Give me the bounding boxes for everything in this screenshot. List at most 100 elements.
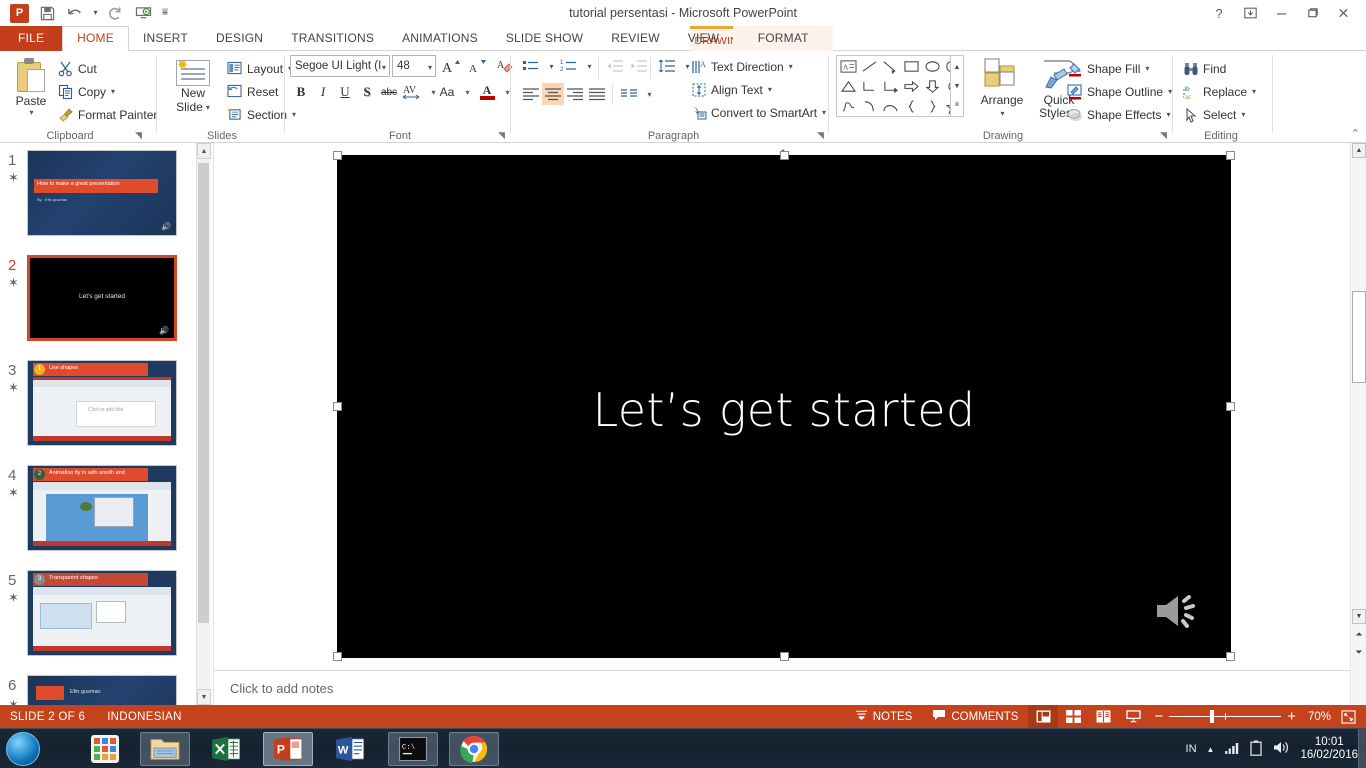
- tab-file[interactable]: FILE: [0, 26, 63, 51]
- zoom-level[interactable]: 70%: [1302, 705, 1337, 728]
- new-slide-dropdown-icon[interactable]: ▾: [206, 103, 210, 112]
- slides-thumbnail-panel[interactable]: 1 ✶ How to make a great presentation By …: [0, 143, 192, 705]
- taskbar-excel[interactable]: [201, 732, 251, 766]
- left-brace-shape-icon[interactable]: [902, 97, 921, 116]
- font-name-input[interactable]: Segoe UI Light (I ▾: [290, 55, 390, 77]
- selection-handle-nw[interactable]: [333, 151, 342, 160]
- start-presentation-icon[interactable]: [130, 2, 156, 24]
- italic-button[interactable]: I: [312, 81, 334, 103]
- thumbnail-frame[interactable]: 1 Use shapes Click to add title: [27, 360, 177, 446]
- collapse-ribbon-button[interactable]: ⌃: [1351, 127, 1360, 140]
- slides-panel-scrollbar[interactable]: ▲ ▼: [196, 143, 211, 705]
- shapes-scroll-down-icon[interactable]: ▼: [954, 77, 961, 95]
- taskbar-word[interactable]: W: [325, 732, 375, 766]
- increase-font-size-button[interactable]: A: [440, 55, 462, 77]
- current-slide[interactable]: Let’s get started: [337, 155, 1231, 658]
- panel-scroll-thumb[interactable]: [198, 163, 209, 623]
- clock[interactable]: 10:01 16/02/2016: [1300, 736, 1358, 762]
- shape-effects-dropdown-icon[interactable]: ▾: [1167, 110, 1171, 119]
- reading-view-button[interactable]: [1088, 705, 1118, 728]
- arrange-button[interactable]: Arrange ▾: [974, 57, 1030, 120]
- cut-button[interactable]: Cut: [55, 57, 160, 80]
- line-shape-icon[interactable]: [860, 57, 879, 76]
- replace-dropdown-icon[interactable]: ▾: [1252, 87, 1256, 96]
- convert-to-smartart-button[interactable]: Convert to SmartArt ▾: [688, 101, 829, 124]
- rectangle-shape-icon[interactable]: [902, 57, 921, 76]
- help-button[interactable]: ?: [1204, 1, 1234, 25]
- thumbnail-frame[interactable]: How to make a great presentation By : Ef…: [27, 150, 177, 236]
- show-hidden-icons-button[interactable]: ▲: [1207, 745, 1215, 754]
- select-button[interactable]: Select ▾: [1180, 103, 1259, 126]
- comments-button[interactable]: COMMENTS: [922, 705, 1028, 728]
- font-color-button[interactable]: A: [476, 81, 498, 103]
- strikethrough-button[interactable]: abc: [378, 81, 400, 103]
- undo-dropdown-icon[interactable]: ▾: [90, 2, 100, 24]
- font-color-dropdown-icon[interactable]: ▾: [496, 81, 518, 103]
- taskbar-apps-grid[interactable]: [80, 732, 130, 766]
- font-name-dropdown-icon[interactable]: ▾: [382, 63, 386, 72]
- start-button[interactable]: [6, 732, 40, 766]
- thumbnail-frame[interactable]: 2 Animation fly in with smoth and: [27, 465, 177, 551]
- slide-counter[interactable]: SLIDE 2 OF 6: [10, 711, 85, 723]
- show-desktop-button[interactable]: [1358, 729, 1366, 768]
- taskbar-command-prompt[interactable]: C:\: [388, 732, 438, 766]
- shape-fill-dropdown-icon[interactable]: ▾: [1145, 64, 1149, 73]
- customize-qat-icon[interactable]: ⩸: [158, 2, 172, 24]
- slide-show-view-button[interactable]: [1118, 705, 1148, 728]
- network-icon[interactable]: [1224, 741, 1240, 758]
- find-button[interactable]: Find: [1180, 57, 1259, 80]
- ribbon-display-options-button[interactable]: [1235, 1, 1265, 25]
- font-size-dropdown-icon[interactable]: ▾: [428, 63, 432, 72]
- shape-fill-button[interactable]: Shape Fill ▾: [1064, 57, 1175, 80]
- thumbnail-slide-1[interactable]: 1 ✶ How to make a great presentation By …: [0, 148, 192, 253]
- arrow-shape-icon[interactable]: [881, 57, 900, 76]
- tab-format[interactable]: FORMAT: [733, 26, 834, 51]
- fit-slide-to-window-button[interactable]: [1337, 705, 1360, 728]
- replace-button[interactable]: ab ac Replace ▾: [1180, 80, 1259, 103]
- paste-dropdown-icon[interactable]: ▾: [29, 108, 33, 117]
- tab-transitions[interactable]: TRANSITIONS: [277, 26, 388, 51]
- thumbnail-frame[interactable]: Efin gusman: [27, 675, 177, 705]
- font-size-input[interactable]: 48 ▾: [392, 55, 436, 77]
- thumbnail-frame[interactable]: 3 Transparent shapes: [27, 570, 177, 656]
- text-shadow-button[interactable]: S: [356, 81, 378, 103]
- shapes-more-icon[interactable]: ⩸: [955, 96, 959, 114]
- paste-button[interactable]: Paste ▾: [6, 55, 56, 131]
- change-case-button[interactable]: Aa: [436, 81, 458, 103]
- next-slide-icon[interactable]: ⏷: [1352, 645, 1366, 660]
- thumbnail-frame[interactable]: Let's get started 🔊: [27, 255, 177, 341]
- align-left-button[interactable]: [520, 83, 542, 105]
- align-right-button[interactable]: [564, 83, 586, 105]
- selection-handle-n[interactable]: [780, 151, 789, 160]
- canvas-scrollbar[interactable]: ▲ ▼ ⏶ ⏷: [1350, 143, 1366, 705]
- thumbnail-slide-3[interactable]: 3 ✶ 1 Use shapes Click to add title: [0, 358, 192, 463]
- tab-design[interactable]: DESIGN: [202, 26, 277, 51]
- thumbnail-slide-5[interactable]: 5 ✶ 3 Transparent shapes: [0, 568, 192, 673]
- restore-button[interactable]: [1297, 1, 1327, 25]
- close-button[interactable]: [1328, 1, 1358, 25]
- columns-dropdown-icon[interactable]: ▾: [638, 83, 660, 105]
- zoom-slider-knob[interactable]: [1210, 710, 1215, 723]
- arc-shape-icon[interactable]: [860, 97, 879, 116]
- decrease-font-size-button[interactable]: A: [466, 55, 488, 77]
- right-brace-shape-icon[interactable]: [923, 97, 942, 116]
- scroll-up-icon[interactable]: ▲: [1352, 143, 1366, 158]
- panel-scroll-up-icon[interactable]: ▲: [197, 143, 211, 159]
- selection-handle-ne[interactable]: [1226, 151, 1235, 160]
- elbow-connector-icon[interactable]: [860, 77, 879, 96]
- taskbar-powerpoint[interactable]: P: [263, 732, 313, 766]
- zoom-out-button[interactable]: −: [1148, 705, 1169, 728]
- zoom-in-button[interactable]: +: [1281, 705, 1302, 728]
- format-painter-button[interactable]: Format Painter: [55, 103, 160, 126]
- increase-indent-button[interactable]: [628, 55, 650, 77]
- slide-canvas-area[interactable]: Let’s get started: [214, 143, 1350, 668]
- normal-view-button[interactable]: [1028, 705, 1059, 728]
- copy-dropdown-icon[interactable]: ▾: [111, 87, 115, 96]
- numbering-dropdown-icon[interactable]: ▾: [578, 55, 600, 77]
- text-direction-dropdown-icon[interactable]: ▾: [789, 62, 793, 71]
- scroll-down-icon[interactable]: ▼: [1352, 609, 1366, 624]
- arrange-dropdown-icon[interactable]: ▾: [1000, 107, 1004, 120]
- notes-pane[interactable]: Click to add notes: [214, 670, 1350, 705]
- align-text-dropdown-icon[interactable]: ▾: [768, 85, 772, 94]
- oval-shape-icon[interactable]: [923, 57, 942, 76]
